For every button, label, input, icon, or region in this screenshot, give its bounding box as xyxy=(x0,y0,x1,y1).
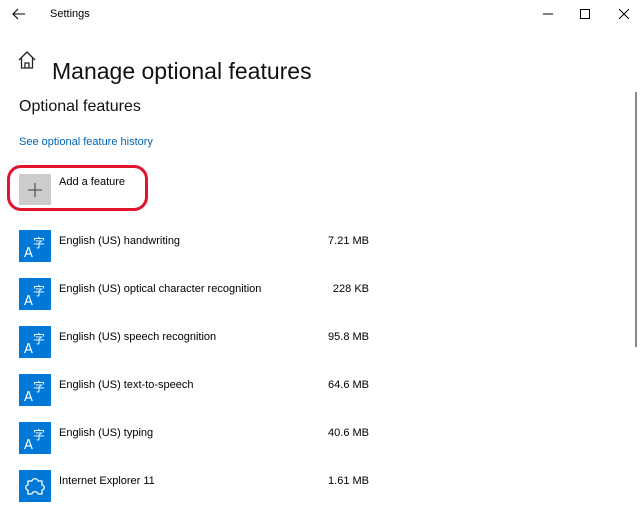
svg-text:A: A xyxy=(24,294,33,309)
svg-text:字: 字 xyxy=(33,427,45,442)
back-arrow-icon xyxy=(12,8,25,20)
feature-item-ocr[interactable]: A 字 English (US) optical character recog… xyxy=(19,278,379,312)
feature-name: English (US) typing xyxy=(59,427,154,439)
minimize-icon xyxy=(543,13,553,15)
feature-item-handwriting[interactable]: A 字 English (US) handwriting 7.21 MB xyxy=(19,230,379,264)
svg-text:A: A xyxy=(24,342,33,357)
svg-text:字: 字 xyxy=(33,331,45,346)
feature-size: 228 KB xyxy=(332,283,369,295)
feature-item-text-to-speech[interactable]: A 字 English (US) text-to-speech 64.6 MB xyxy=(19,374,379,408)
plus-icon xyxy=(28,182,42,197)
back-button[interactable] xyxy=(8,4,30,24)
add-feature-tile xyxy=(19,174,51,205)
language-icon: A 字 xyxy=(19,278,51,310)
language-icon: A 字 xyxy=(19,230,51,262)
feature-size: 7.21 MB xyxy=(328,235,369,247)
feature-item-internet-explorer[interactable]: Internet Explorer 11 1.61 MB xyxy=(19,470,379,504)
feature-name: English (US) speech recognition xyxy=(59,331,217,343)
svg-text:字: 字 xyxy=(33,379,45,394)
feature-size: 64.6 MB xyxy=(328,379,369,391)
svg-text:A: A xyxy=(24,438,33,453)
feature-name: Internet Explorer 11 xyxy=(59,475,155,487)
add-feature-button[interactable]: Add a feature xyxy=(19,174,219,206)
feature-size: 40.6 MB xyxy=(328,427,369,439)
section-title: Optional features xyxy=(19,98,141,115)
maximize-button[interactable] xyxy=(565,0,605,28)
svg-text:A: A xyxy=(24,390,33,405)
minimize-button[interactable] xyxy=(528,0,568,28)
svg-text:字: 字 xyxy=(33,283,45,298)
feature-name: English (US) text-to-speech xyxy=(59,379,194,391)
feature-item-speech-recognition[interactable]: A 字 English (US) speech recognition 95.8… xyxy=(19,326,379,360)
add-feature-label: Add a feature xyxy=(59,176,126,188)
svg-text:字: 字 xyxy=(33,235,45,250)
feature-name: English (US) optical character recogniti… xyxy=(59,283,262,295)
language-icon: A 字 xyxy=(19,422,51,454)
feature-size: 1.61 MB xyxy=(328,475,369,487)
svg-text:A: A xyxy=(24,246,33,261)
page-title: Manage optional features xyxy=(52,58,312,85)
maximize-icon xyxy=(580,9,590,19)
home-icon[interactable] xyxy=(16,49,38,71)
window-title: Settings xyxy=(50,8,90,20)
vertical-scrollbar[interactable] xyxy=(635,92,637,347)
title-bar: Settings xyxy=(0,0,640,28)
close-icon xyxy=(619,9,629,19)
feature-name: English (US) handwriting xyxy=(59,235,181,247)
puzzle-icon xyxy=(19,470,51,502)
feature-size: 95.8 MB xyxy=(328,331,369,343)
feature-history-link[interactable]: See optional feature history xyxy=(19,136,153,148)
close-button[interactable] xyxy=(604,0,640,28)
language-icon: A 字 xyxy=(19,326,51,358)
language-icon: A 字 xyxy=(19,374,51,406)
feature-item-typing[interactable]: A 字 English (US) typing 40.6 MB xyxy=(19,422,379,456)
